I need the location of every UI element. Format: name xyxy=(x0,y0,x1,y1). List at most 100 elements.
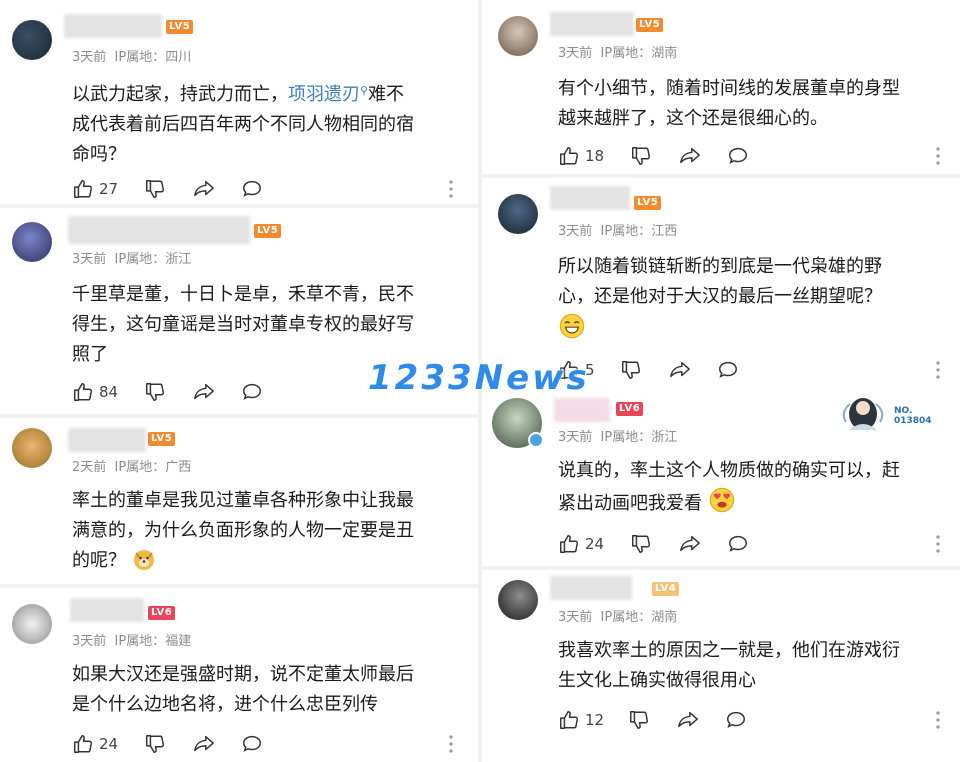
ip-location: IP属地：浙江 xyxy=(600,430,678,445)
reply-button[interactable] xyxy=(726,532,750,556)
reply-button[interactable] xyxy=(716,358,740,382)
action-bar: 5 xyxy=(558,358,948,382)
comment-bubble-icon xyxy=(243,383,261,400)
comment-bubble-icon xyxy=(729,147,747,164)
like-count: 27 xyxy=(99,180,119,198)
comment-line: 越来越胖了，这个还是很细心的。 xyxy=(558,108,828,129)
comment-text: 我喜欢率土的原因之一就是，他们在游戏衍 生文化上确实做得很用心 xyxy=(558,636,900,696)
action-bar: 24 xyxy=(558,532,948,556)
comment-text: 有个小细节，随着时间线的发展董卓的身型 越来越胖了，这个还是很细心的。 xyxy=(558,74,900,134)
watermark-text: 1233News xyxy=(368,358,590,398)
comment-line: 得生，这句童谣是当时对董卓专权的最好写 xyxy=(72,314,414,335)
username-blurred[interactable] xyxy=(68,428,146,452)
topic-link[interactable]: 项羽遗刃 xyxy=(288,84,360,105)
share-button[interactable] xyxy=(668,358,692,382)
level-badge: LV4 xyxy=(652,582,680,596)
more-options-icon[interactable] xyxy=(449,179,453,199)
action-bar: 18 xyxy=(558,144,948,168)
reply-button[interactable] xyxy=(240,380,264,404)
time-text: 3天前 xyxy=(558,224,593,239)
comment-line: 成代表着前后四百年两个不同人物相同的宿 xyxy=(72,114,414,135)
comment-bubble-icon xyxy=(243,735,261,752)
number-badge: NO. 013804 xyxy=(894,406,932,426)
share-button[interactable] xyxy=(192,380,216,404)
more-options-icon[interactable] xyxy=(449,734,453,754)
user-avatar[interactable] xyxy=(12,20,52,60)
share-button[interactable] xyxy=(192,177,216,201)
dislike-button[interactable] xyxy=(630,144,652,168)
comment-line xyxy=(558,312,882,345)
dislike-button[interactable] xyxy=(144,380,166,404)
comment-text: 率土的董卓是我见过董卓各种形象中让我最 满意的，为什么负面形象的人物一定要是丑 … xyxy=(72,486,414,576)
username-blurred[interactable] xyxy=(68,216,250,244)
username-blurred[interactable] xyxy=(550,576,632,600)
comment-text: 所以随着锁链斩断的到底是一代枭雄的野 心，还是他对于大汉的最后一丝期望呢？ xyxy=(558,252,882,345)
dislike-button[interactable] xyxy=(620,358,642,382)
time-text: 3天前 xyxy=(558,430,593,445)
comment-bubble-icon xyxy=(243,180,261,197)
share-button[interactable] xyxy=(192,732,216,756)
comment-line: 以武力起家，持武力而亡，项羽遗刃⚲难不 xyxy=(72,84,405,105)
like-button[interactable]: 12 xyxy=(558,708,604,732)
time-text: 3天前 xyxy=(72,252,107,267)
reply-button[interactable] xyxy=(724,708,748,732)
share-button[interactable] xyxy=(678,144,702,168)
thumbs-down-icon xyxy=(630,711,648,729)
action-bar: 24 xyxy=(72,732,462,756)
comment-meta: 3天前 IP属地：浙江 xyxy=(558,426,677,445)
ip-location: IP属地：福建 xyxy=(114,634,192,649)
like-button[interactable]: 18 xyxy=(558,144,604,168)
user-avatar[interactable] xyxy=(12,222,52,262)
more-options-icon[interactable] xyxy=(936,534,940,554)
thumbs-down-icon xyxy=(146,383,164,401)
user-avatar[interactable] xyxy=(12,428,52,468)
character-pendant-icon xyxy=(842,398,884,430)
comment-meta: 3天前 IP属地：湖南 xyxy=(558,606,677,625)
time-text: 2天前 xyxy=(72,460,107,475)
share-button[interactable] xyxy=(676,708,700,732)
username-blurred[interactable] xyxy=(550,186,630,210)
comment-text: 如果大汉还是强盛时期，说不定董太师最后 是个什么边地名将，进个什么忠臣列传 xyxy=(72,660,414,720)
thumbs-down-icon xyxy=(146,180,164,198)
like-button[interactable]: 24 xyxy=(72,732,118,756)
reply-button[interactable] xyxy=(240,732,264,756)
like-count: 84 xyxy=(99,383,119,401)
dislike-button[interactable] xyxy=(144,732,166,756)
thumbs-up-icon xyxy=(74,180,92,198)
level-badge: LV5 xyxy=(148,432,176,446)
username-blurred[interactable] xyxy=(550,12,634,36)
dislike-button[interactable] xyxy=(144,177,166,201)
more-options-icon[interactable] xyxy=(936,360,940,380)
comment-bubble-icon xyxy=(729,535,747,552)
user-avatar[interactable] xyxy=(498,580,538,620)
level-badge: LV6 xyxy=(148,606,176,620)
comment-line: 所以随着锁链斩断的到底是一代枭雄的野 xyxy=(558,256,882,277)
like-button[interactable]: 27 xyxy=(72,177,118,201)
comment-line: 紧出动画吧我爱看 xyxy=(558,486,900,519)
comment-line: 心，还是他对于大汉的最后一丝期望呢？ xyxy=(558,286,882,307)
comment-text: 千里草是董，十日卜是卓，禾草不青，民不 得生，这句童谣是当时对董卓专权的最好写 … xyxy=(72,280,414,370)
more-options-icon[interactable] xyxy=(936,710,940,730)
dislike-button[interactable] xyxy=(630,532,652,556)
like-count: 18 xyxy=(585,147,605,165)
thumbs-down-icon xyxy=(632,535,650,553)
like-button[interactable]: 84 xyxy=(72,380,118,404)
user-avatar[interactable] xyxy=(498,16,538,56)
reply-button[interactable] xyxy=(726,144,750,168)
comment-meta: 2天前 IP属地：广西 xyxy=(72,456,191,475)
username-blurred[interactable] xyxy=(64,14,162,38)
dislike-button[interactable] xyxy=(628,708,650,732)
user-avatar[interactable] xyxy=(12,604,52,644)
comment-line: 生文化上确实做得很用心 xyxy=(558,670,756,691)
username-blurred[interactable] xyxy=(554,398,610,422)
user-avatar[interactable] xyxy=(498,194,538,234)
doge-emoji-icon xyxy=(133,550,154,570)
like-button[interactable]: 24 xyxy=(558,532,604,556)
more-options-icon[interactable] xyxy=(936,146,940,166)
comment-card: LV5 3天前 IP属地：四川 以武力起家，持武力而亡，项羽遗刃⚲难不 成代表着… xyxy=(0,0,480,210)
username-blurred[interactable] xyxy=(70,598,144,622)
comment-card: LV5 3天前 IP属地：湖南 有个小细节，随着时间线的发展董卓的身型 越来越胖… xyxy=(480,0,960,176)
share-icon xyxy=(670,361,690,378)
reply-button[interactable] xyxy=(240,177,264,201)
share-button[interactable] xyxy=(678,532,702,556)
